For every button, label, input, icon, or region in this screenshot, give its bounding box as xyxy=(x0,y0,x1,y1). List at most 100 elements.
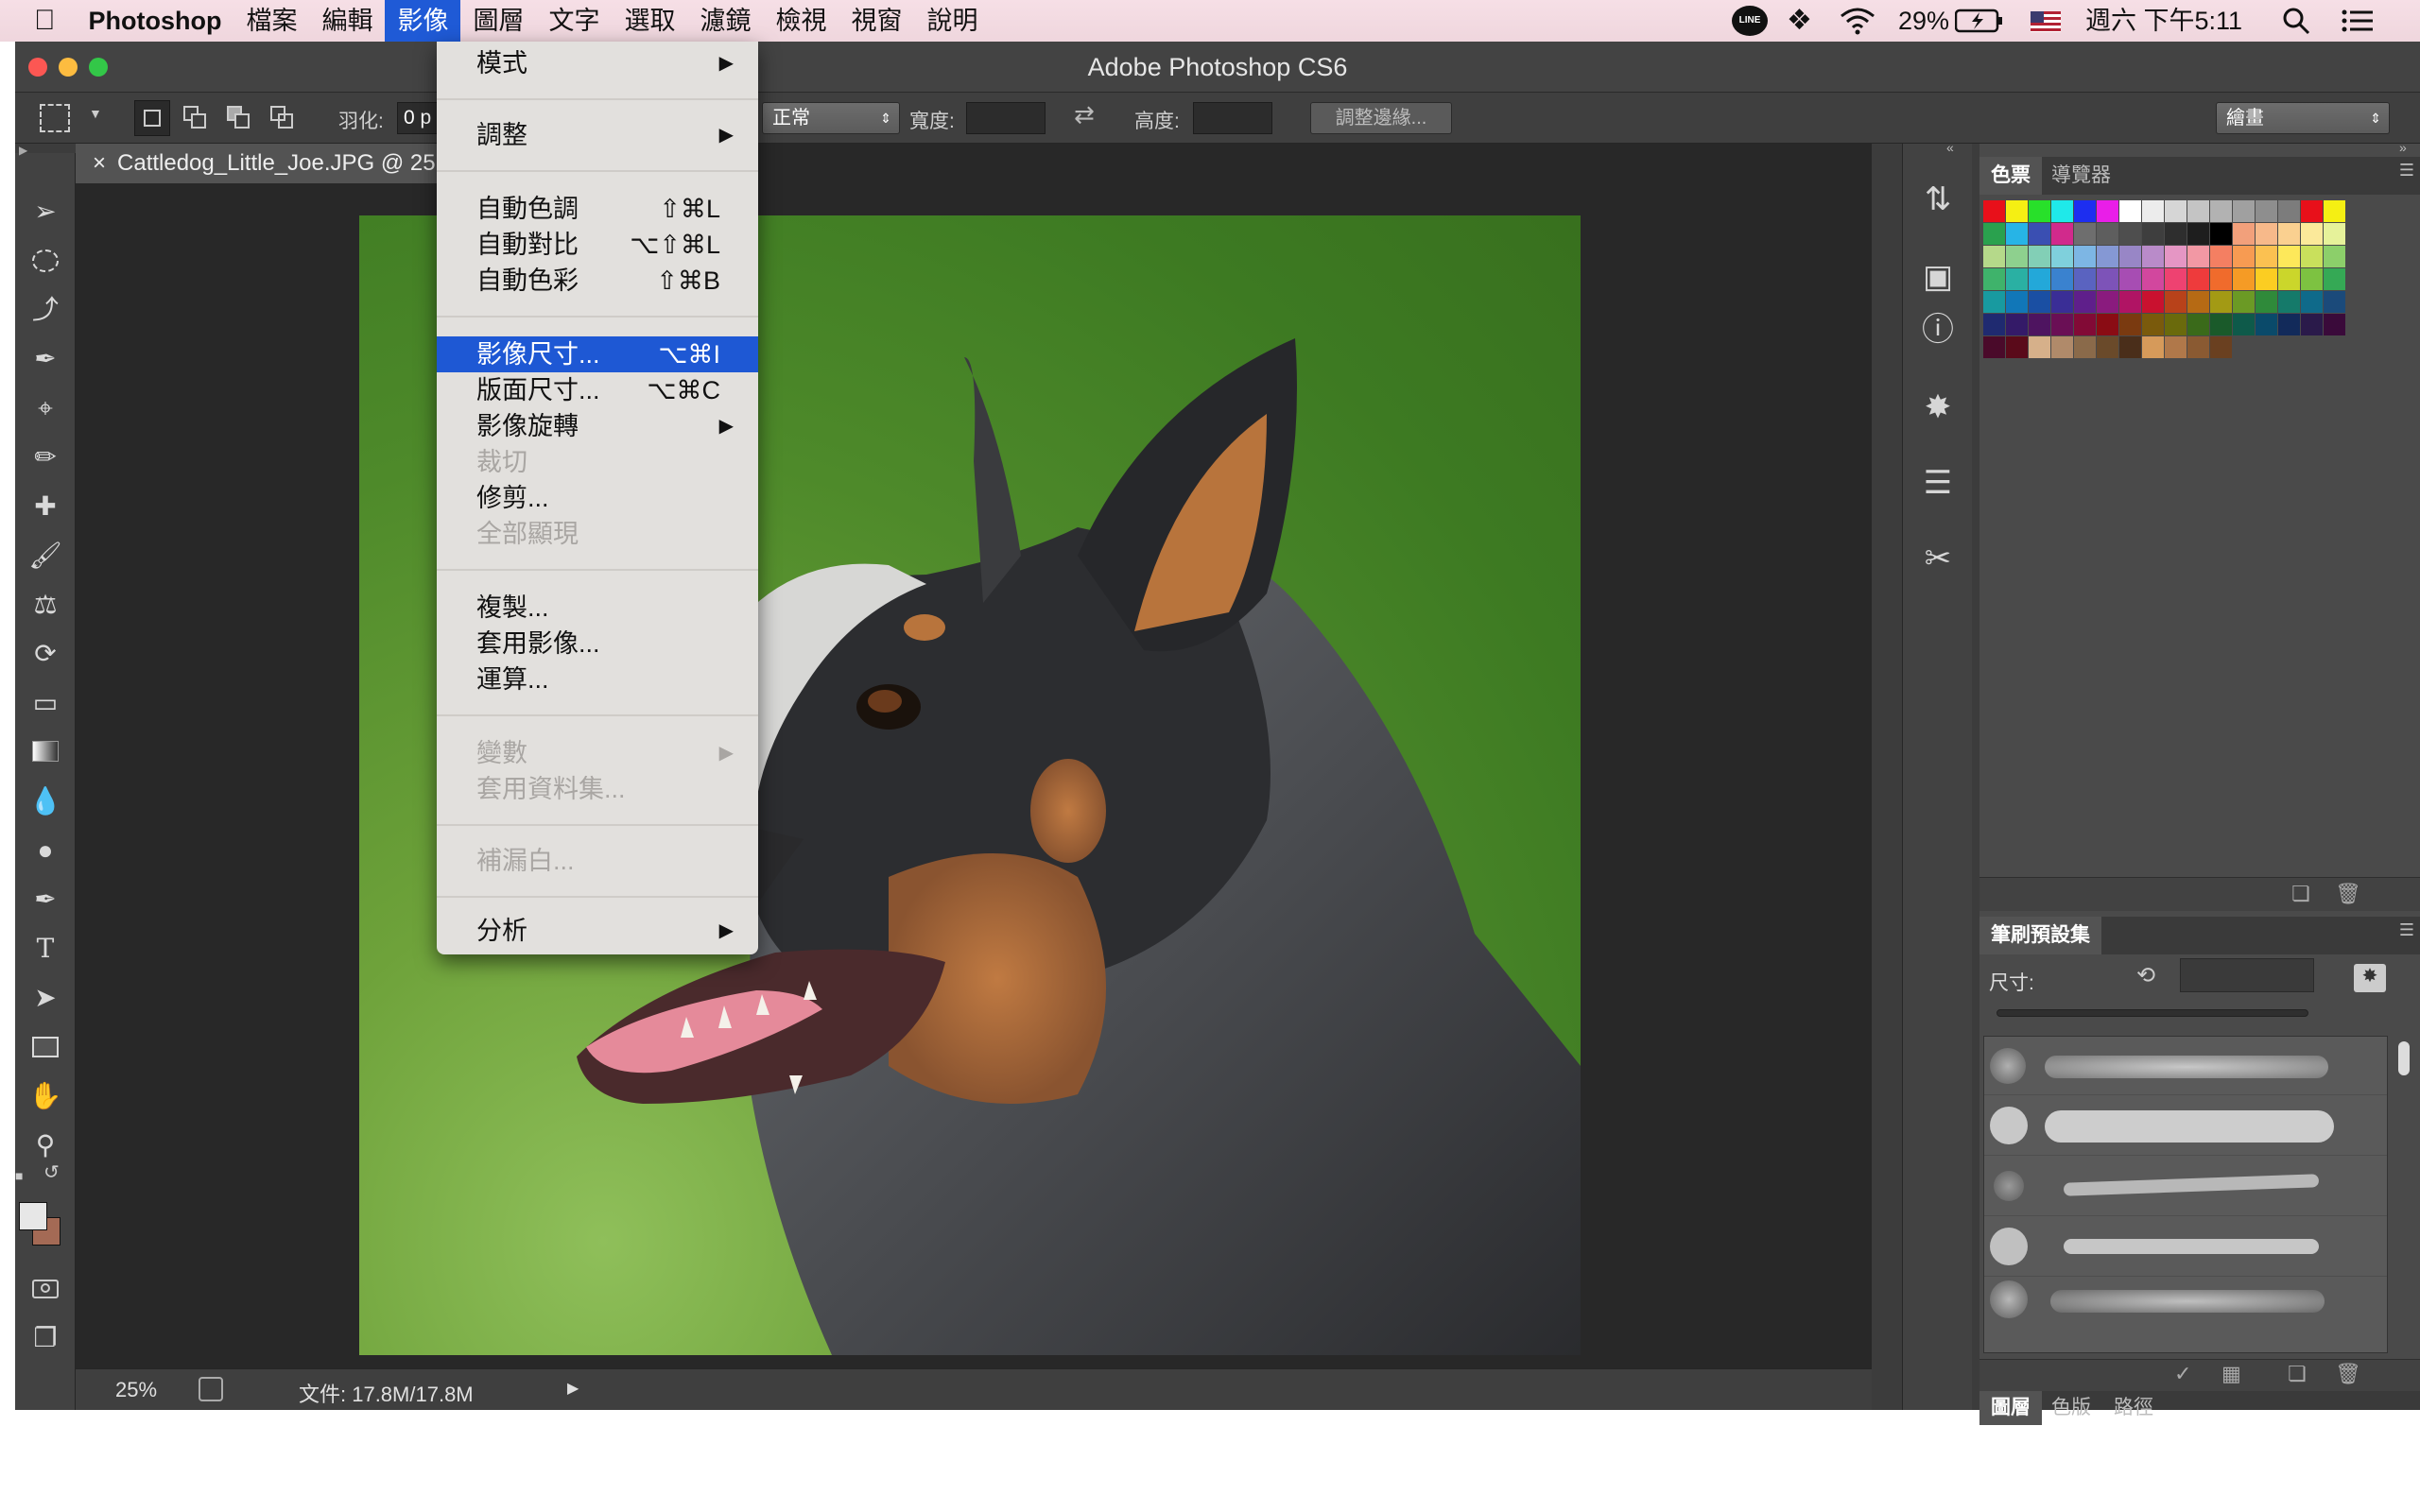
color-swatch[interactable] xyxy=(2256,223,2277,245)
color-swatch[interactable] xyxy=(2210,246,2232,267)
color-swatch[interactable] xyxy=(2051,336,2073,358)
color-swatch[interactable] xyxy=(2233,200,2255,222)
menu-layer[interactable]: 圖層 xyxy=(460,0,536,42)
color-swatch[interactable] xyxy=(2097,268,2118,290)
color-swatch[interactable] xyxy=(2119,291,2141,313)
dropbox-icon[interactable]: ❖ xyxy=(1787,0,1812,42)
color-swatch[interactable] xyxy=(2006,200,2028,222)
wifi-icon[interactable] xyxy=(1840,0,1876,42)
color-swatch[interactable] xyxy=(2324,314,2345,335)
color-swatch[interactable] xyxy=(2187,336,2209,358)
menu-item-calculations[interactable]: 運算... xyxy=(437,662,758,697)
default-colors-icon[interactable]: ■ xyxy=(15,1168,23,1183)
workspace-select[interactable]: 繪畫 ⇕ xyxy=(2216,102,2390,134)
color-swatch[interactable] xyxy=(2142,291,2164,313)
color-swatch[interactable] xyxy=(2233,268,2255,290)
color-swatch[interactable] xyxy=(2097,336,2118,358)
tab-brush-presets[interactable]: 筆刷預設集 xyxy=(1979,917,2101,954)
color-swatch[interactable] xyxy=(2187,223,2209,245)
color-swatch[interactable] xyxy=(2165,223,2187,245)
color-swatch[interactable] xyxy=(2165,246,2187,267)
color-swatch[interactable] xyxy=(2142,223,2164,245)
dodge-tool-icon[interactable]: ● xyxy=(23,830,68,871)
panel-menu-icon[interactable]: ☰ xyxy=(2399,161,2414,180)
info-panel-icon[interactable]: ⓘ xyxy=(1914,306,1962,353)
color-swatch[interactable] xyxy=(2119,268,2141,290)
delete-swatch-icon[interactable]: 🗑 xyxy=(2335,882,2361,906)
gradient-tool-icon[interactable] xyxy=(23,731,68,773)
color-swatch[interactable] xyxy=(2256,200,2277,222)
color-swatch[interactable] xyxy=(2210,291,2232,313)
clock[interactable]: 週六 下午5:11 xyxy=(2085,0,2242,42)
notification-center-icon[interactable] xyxy=(2341,0,2375,42)
brush-tool-icon[interactable]: 🖌 xyxy=(23,535,68,576)
tool-presets-panel-icon[interactable]: ✂ xyxy=(1914,535,1962,582)
color-swatch[interactable] xyxy=(2210,314,2232,335)
panel-menu-icon[interactable]: ☰ xyxy=(2399,920,2414,940)
color-swatch[interactable] xyxy=(2142,336,2164,358)
color-swatch[interactable] xyxy=(2051,246,2073,267)
eraser-tool-icon[interactable]: ▭ xyxy=(23,682,68,724)
clone-stamp-tool-icon[interactable]: ⚖ xyxy=(23,584,68,626)
color-swatch[interactable] xyxy=(2278,200,2300,222)
brush-preset-row[interactable] xyxy=(1984,1037,2387,1095)
color-swatch[interactable] xyxy=(2142,246,2164,267)
color-swatch[interactable] xyxy=(2233,246,2255,267)
color-swatch[interactable] xyxy=(2006,246,2028,267)
color-swatch[interactable] xyxy=(2051,314,2073,335)
color-swatch[interactable] xyxy=(2051,268,2073,290)
color-swatch[interactable] xyxy=(2165,200,2187,222)
color-swatch[interactable] xyxy=(2210,200,2232,222)
new-swatch-icon[interactable]: ❏ xyxy=(2291,882,2310,906)
color-swatch[interactable] xyxy=(2165,336,2187,358)
color-swatch[interactable] xyxy=(2006,336,2028,358)
menu-edit[interactable]: 編輯 xyxy=(309,0,385,42)
menu-window[interactable]: 視窗 xyxy=(838,0,914,42)
new-brush-icon[interactable]: ❏ xyxy=(2288,1362,2307,1386)
battery-percent[interactable]: 29% xyxy=(1898,0,1949,42)
menu-file[interactable]: 檔案 xyxy=(233,0,309,42)
apple-menu-icon[interactable]:  xyxy=(0,0,77,42)
intersect-selection-icon[interactable] xyxy=(267,102,299,134)
expand-panels-icon[interactable]: » xyxy=(2399,140,2407,155)
menu-view[interactable]: 檢視 xyxy=(763,0,838,42)
move-tool-icon[interactable]: ➢ xyxy=(23,191,68,232)
color-swatch[interactable] xyxy=(2233,223,2255,245)
color-swatch[interactable] xyxy=(2324,200,2345,222)
menu-item-image-size[interactable]: 影像尺寸... ⌥⌘I xyxy=(437,336,758,372)
type-tool-icon[interactable]: T xyxy=(23,928,68,970)
add-to-selection-icon[interactable] xyxy=(180,102,212,134)
color-swatch[interactable] xyxy=(2074,268,2096,290)
brush-size-input[interactable] xyxy=(2180,958,2314,992)
menu-filter[interactable]: 濾鏡 xyxy=(687,0,763,42)
style-select[interactable]: 正常 ⇕ xyxy=(762,102,900,134)
color-swatch[interactable] xyxy=(1983,200,2005,222)
close-document-icon[interactable]: × xyxy=(93,150,106,176)
healing-brush-tool-icon[interactable]: ✚ xyxy=(23,486,68,527)
color-swatch[interactable] xyxy=(2006,268,2028,290)
input-flag-icon[interactable] xyxy=(2031,11,2061,32)
color-swatch[interactable] xyxy=(2142,314,2164,335)
color-swatch[interactable] xyxy=(1983,268,2005,290)
menu-item-trim[interactable]: 修剪... xyxy=(437,480,758,516)
color-swatch[interactable] xyxy=(2074,314,2096,335)
color-swatch[interactable] xyxy=(2029,268,2050,290)
menu-photoshop[interactable]: Photoshop xyxy=(77,0,234,42)
menu-item-apply-image[interactable]: 套用影像... xyxy=(437,626,758,662)
brush-size-slider[interactable] xyxy=(1996,1009,2308,1017)
color-swatch[interactable] xyxy=(2097,291,2118,313)
tools-collapse-icon[interactable]: ▶ xyxy=(19,144,27,157)
color-swatch[interactable] xyxy=(2301,200,2323,222)
brush-checkmark-icon[interactable]: ✓ xyxy=(2174,1362,2191,1386)
menu-item-auto-tone[interactable]: 自動色調 ⇧⌘L xyxy=(437,191,758,227)
color-swatch[interactable] xyxy=(2097,314,2118,335)
refine-edge-button[interactable]: 調整邊緣... xyxy=(1310,102,1452,134)
menu-item-mode[interactable]: 模式 ▶ xyxy=(437,45,758,81)
color-swatch[interactable] xyxy=(2210,223,2232,245)
menu-item-adjustments[interactable]: 調整 ▶ xyxy=(437,117,758,153)
color-swatch[interactable] xyxy=(2233,291,2255,313)
share-icon[interactable] xyxy=(199,1377,223,1401)
quick-mask-icon[interactable] xyxy=(23,1268,68,1310)
marquee-preset-icon[interactable] xyxy=(40,104,70,132)
color-swatch[interactable] xyxy=(2324,268,2345,290)
